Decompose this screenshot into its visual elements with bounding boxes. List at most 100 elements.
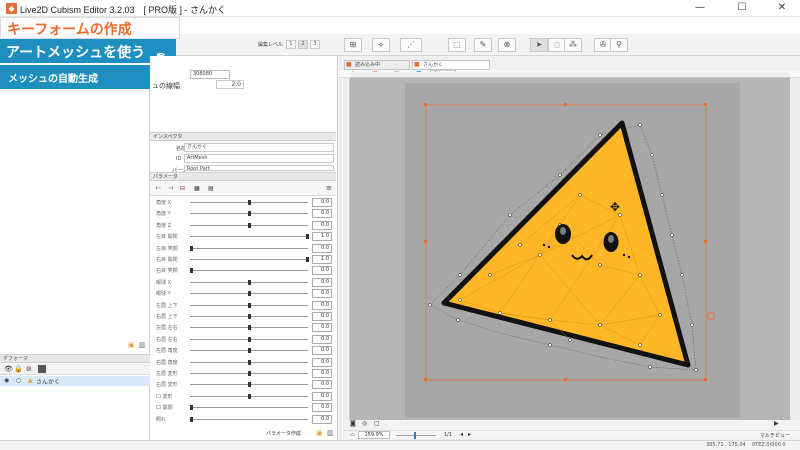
parameter-row[interactable]: 左眉 角度 0.0: [150, 345, 336, 356]
parameter-value-field[interactable]: 0.0: [312, 346, 332, 356]
key-remove-icon[interactable]: ⊟: [180, 185, 185, 192]
minimize-button[interactable]: —: [694, 2, 706, 14]
zoom-field[interactable]: 159.9%: [358, 431, 390, 439]
parameter-value-field[interactable]: 0.0: [312, 209, 332, 219]
parameter-slider-knob[interactable]: [248, 302, 251, 308]
parameter-value-field[interactable]: 0.0: [312, 198, 332, 207]
circle-icon[interactable]: ○: [16, 377, 21, 384]
brush-select-icon[interactable]: ⁂: [564, 38, 582, 52]
parameter-slider-track[interactable]: [190, 418, 308, 420]
warp-deformer-icon[interactable]: ⋰: [400, 38, 422, 52]
color-value-field[interactable]: 308080: [190, 70, 230, 79]
blend-icon[interactable]: ▦: [194, 185, 200, 192]
parameter-row[interactable]: 口 開閉 0.0: [150, 402, 336, 413]
parameter-slider-track[interactable]: [190, 247, 308, 249]
parameter-slider-knob[interactable]: [248, 211, 251, 217]
id-field[interactable]: ArtMesh: [184, 154, 334, 163]
parameter-slider-track[interactable]: [190, 259, 308, 260]
zoom-out-icon[interactable]: ▭: [350, 432, 355, 438]
parameter-slider-knob[interactable]: [306, 257, 309, 262]
camera-icon[interactable]: ◙: [350, 420, 356, 427]
parameter-row[interactable]: 角度 X 0.0: [150, 197, 336, 208]
parameter-value-field[interactable]: 0.0: [312, 277, 332, 287]
canvas-scrollbar[interactable]: ◙ ◎ ▢ ▶: [344, 420, 800, 430]
param-trash-icon[interactable]: ▥: [327, 429, 334, 437]
next-icon[interactable]: ▸: [468, 431, 471, 438]
parameter-value-field[interactable]: 0.0: [312, 243, 332, 253]
parameter-row[interactable]: 眼球 Y 0.0: [150, 288, 336, 299]
parameter-value-field[interactable]: 0.0: [312, 391, 332, 401]
deformer-row[interactable]: ◉ ○ ▲ さんかく: [0, 376, 150, 386]
parameter-slider-knob[interactable]: [248, 314, 251, 319]
parameter-slider-knob[interactable]: [248, 348, 251, 354]
arrow-select-icon[interactable]: ➤: [530, 38, 548, 52]
parameter-value-field[interactable]: 0.0: [312, 220, 332, 230]
parameter-row[interactable]: 右眉 左右 0.0: [150, 334, 336, 345]
dropper-icon[interactable]: ⚲: [610, 38, 628, 52]
visibility-icon[interactable]: ◉: [4, 377, 9, 384]
parameter-slider-track[interactable]: [190, 407, 308, 409]
parameter-value-field[interactable]: 0.0: [312, 334, 332, 344]
parameter-row[interactable]: 左眉 左右 0.0: [150, 322, 336, 333]
trash-icon[interactable]: ▥: [139, 341, 146, 349]
parameter-row[interactable]: 右眉 変形 0.0: [150, 379, 336, 390]
parameter-row[interactable]: 右目 笑顔 0.0: [150, 265, 336, 276]
menu-icon[interactable]: ≡: [326, 184, 332, 192]
parameter-value-field[interactable]: 0.0: [312, 323, 332, 333]
line-width-field[interactable]: 2.0: [216, 80, 244, 89]
triangle-shape[interactable]: [441, 120, 691, 368]
rotation-deformer-icon[interactable]: ⟡: [372, 38, 390, 52]
parameter-row[interactable]: 右眉 角度 0.0: [150, 357, 336, 368]
parameter-slider-knob[interactable]: [248, 200, 251, 205]
lock-icon[interactable]: 🔒: [14, 365, 23, 373]
parameter-slider-knob[interactable]: [190, 268, 193, 274]
parameter-slider-knob[interactable]: [248, 222, 251, 228]
edit-level-2-button[interactable]: 2: [298, 40, 308, 49]
parameter-row[interactable]: 右目 開閉 1.0: [150, 254, 336, 265]
parameter-slider-knob[interactable]: [248, 291, 251, 297]
parameter-slider-knob[interactable]: [248, 325, 251, 331]
vertical-scrollbar[interactable]: [790, 78, 800, 430]
parameter-value-field[interactable]: 1.0: [312, 255, 332, 264]
parameter-row[interactable]: 左眉 変形 0.0: [150, 368, 336, 379]
brush-icon[interactable]: ✎: [474, 38, 492, 52]
parameter-slider-knob[interactable]: [248, 359, 251, 365]
group-icon[interactable]: [38, 365, 46, 373]
parts-field[interactable]: Root Part: [184, 165, 334, 171]
parameter-row[interactable]: 眼球 X 0.0: [150, 277, 336, 288]
parameter-value-field[interactable]: 0.0: [312, 266, 332, 276]
prev-icon[interactable]: ◂: [460, 431, 463, 438]
close-button[interactable]: ✕: [776, 2, 788, 14]
parameter-slider-track[interactable]: [190, 270, 308, 272]
parameter-slider-knob[interactable]: [248, 279, 251, 285]
parameter-row[interactable]: 左目 開閉 1.0: [150, 231, 336, 242]
tab-sankaku[interactable]: さんかく: [412, 60, 490, 70]
name-field[interactable]: さんかく: [184, 143, 334, 152]
parameter-slider-track[interactable]: [190, 236, 308, 238]
parameter-value-field[interactable]: 1.0: [312, 232, 332, 242]
parameter-value-field[interactable]: 0.0: [312, 289, 332, 299]
zoom-slider-knob[interactable]: [414, 432, 416, 439]
parameter-row[interactable]: 左目 笑顔 0.0: [150, 243, 336, 254]
parameter-value-field[interactable]: 0.0: [312, 380, 332, 390]
parameter-value-field[interactable]: 0.0: [312, 312, 332, 321]
multi-view-button[interactable]: マルチビュー: [760, 432, 790, 439]
edit-level-3-button[interactable]: 3: [310, 40, 320, 49]
parameter-slider-knob[interactable]: [248, 336, 251, 342]
parameter-slider-knob[interactable]: [248, 371, 251, 376]
parameter-value-field[interactable]: 0.0: [312, 414, 332, 424]
frame-icon[interactable]: ▢: [374, 420, 380, 427]
glue-icon[interactable]: ⊗: [498, 38, 516, 52]
parameter-row[interactable]: 角度 Z 0.0: [150, 220, 336, 231]
play-icon[interactable]: ▶: [774, 420, 779, 427]
parameter-row[interactable]: 照れ 0.0: [150, 414, 336, 425]
folder-icon[interactable]: ▣: [128, 341, 135, 349]
parameter-value-field[interactable]: 0.0: [312, 300, 332, 310]
edit-level-1-button[interactable]: 1: [286, 40, 296, 49]
param-folder-icon[interactable]: ▣: [316, 429, 323, 437]
parameter-slider-knob[interactable]: [190, 245, 193, 251]
pivot-handle[interactable]: [707, 312, 715, 320]
maximize-button[interactable]: ☐: [736, 2, 748, 14]
capture-icon[interactable]: ◎: [362, 420, 367, 427]
eye-icon[interactable]: 👁: [4, 365, 13, 373]
